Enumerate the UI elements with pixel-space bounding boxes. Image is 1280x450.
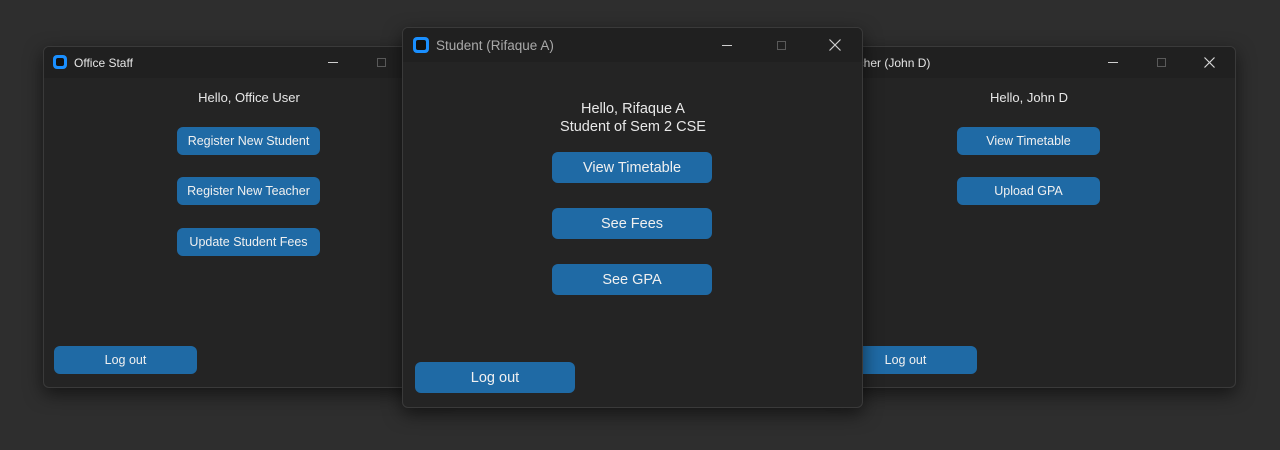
- student-titlebar[interactable]: Student (Rifaque A): [403, 28, 862, 62]
- student-logout-button[interactable]: Log out: [415, 362, 575, 393]
- teacher-view-timetable-button[interactable]: View Timetable: [957, 127, 1100, 155]
- office-greeting: Hello, Office User: [198, 90, 300, 105]
- minimize-icon[interactable]: [704, 28, 750, 62]
- minimize-icon[interactable]: [310, 47, 356, 78]
- student-view-timetable-button[interactable]: View Timetable: [552, 152, 712, 183]
- register-new-teacher-button[interactable]: Register New Teacher: [177, 177, 320, 205]
- register-new-student-button[interactable]: Register New Student: [177, 127, 320, 155]
- see-fees-button[interactable]: See Fees: [552, 208, 712, 239]
- see-gpa-button[interactable]: See GPA: [552, 264, 712, 295]
- close-icon[interactable]: [1186, 47, 1232, 78]
- office-titlebar[interactable]: Office Staff: [44, 47, 444, 78]
- student-greeting: Hello, Rifaque A Student of Sem 2 CSE: [560, 101, 706, 136]
- desktop: Office Staff Hello, Office User Register…: [0, 0, 1280, 450]
- office-logout-button[interactable]: Log out: [54, 346, 197, 374]
- upload-gpa-button[interactable]: Upload GPA: [957, 177, 1100, 205]
- teacher-titlebar[interactable]: acher (John D): [837, 47, 1235, 78]
- teacher-window: acher (John D) Hello, John D View Timeta…: [836, 46, 1236, 388]
- student-window-title: Student (Rifaque A): [436, 38, 554, 53]
- office-staff-window: Office Staff Hello, Office User Register…: [43, 46, 445, 388]
- student-window: Student (Rifaque A) Hello, Rifaque A Stu…: [402, 27, 863, 408]
- update-student-fees-button[interactable]: Update Student Fees: [177, 228, 320, 256]
- app-window-icon: [53, 55, 67, 69]
- maximize-icon[interactable]: [758, 28, 804, 62]
- maximize-icon[interactable]: [1138, 47, 1184, 78]
- minimize-icon[interactable]: [1090, 47, 1136, 78]
- teacher-greeting: Hello, John D: [989, 90, 1069, 105]
- office-window-title: Office Staff: [74, 56, 133, 70]
- close-icon[interactable]: [812, 28, 858, 62]
- app-window-icon: [413, 37, 429, 53]
- maximize-icon[interactable]: [358, 47, 404, 78]
